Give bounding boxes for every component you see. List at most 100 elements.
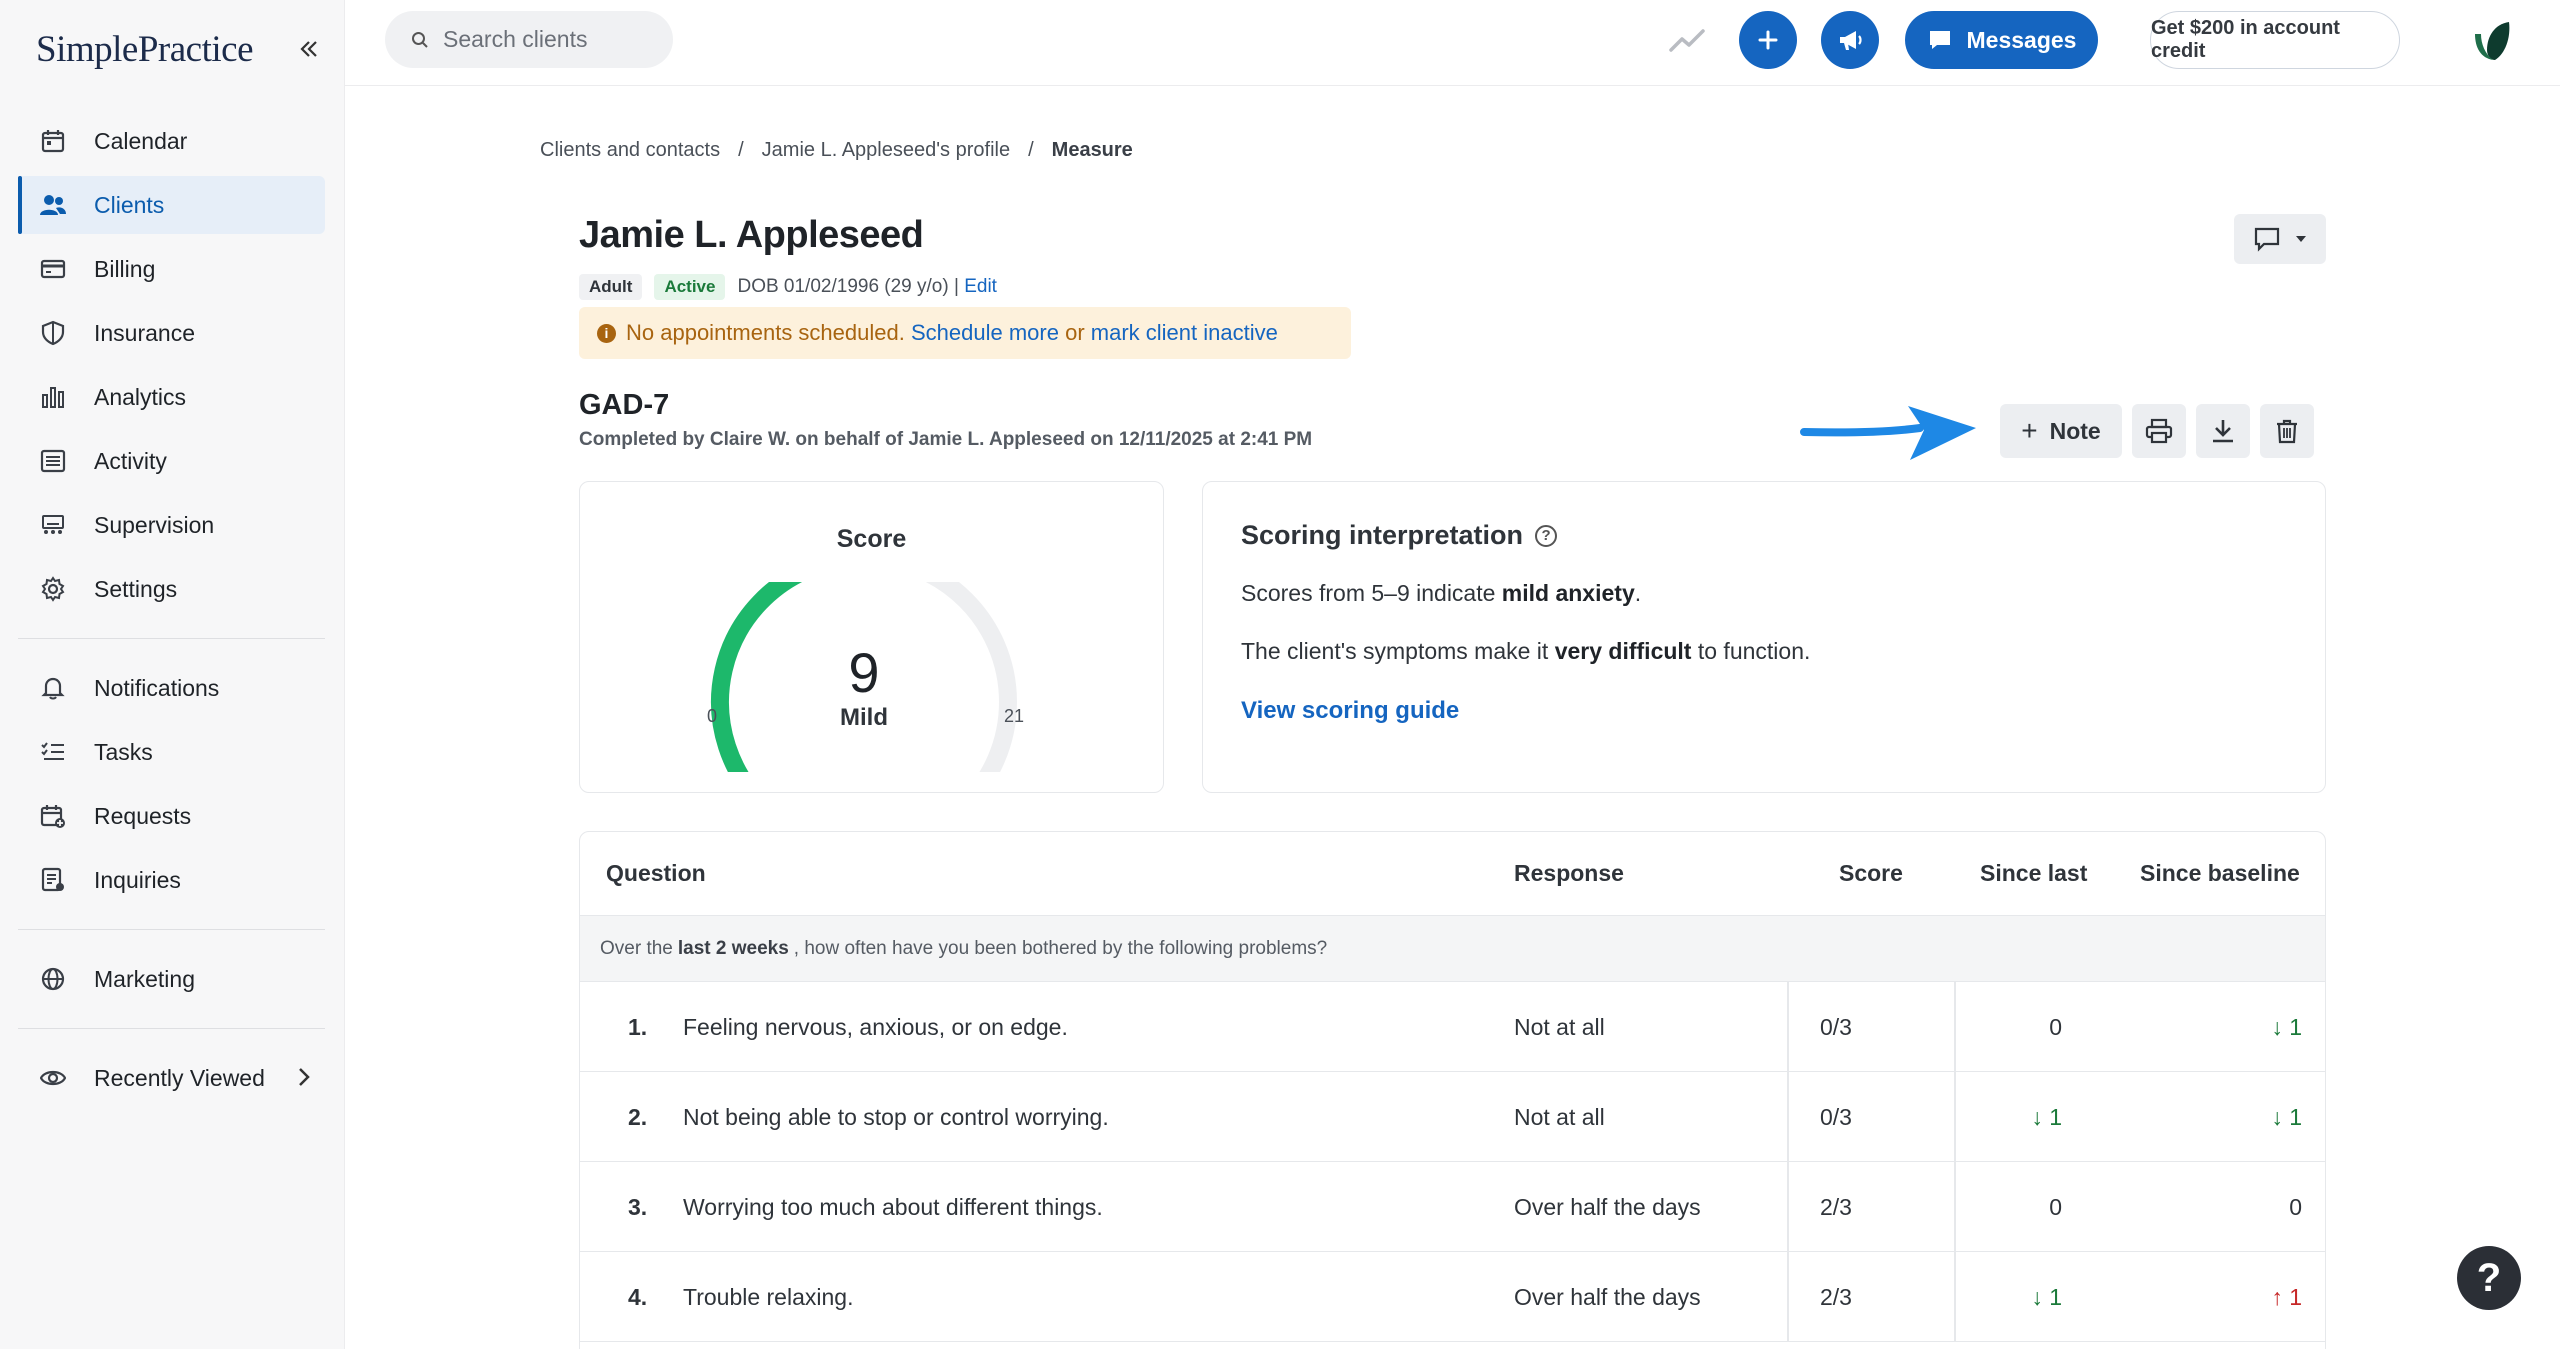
mark-inactive-link[interactable]: mark client inactive: [1091, 320, 1278, 346]
sidebar-item-supervision[interactable]: Supervision: [18, 496, 325, 554]
inquiry-icon: [38, 865, 68, 895]
row-score: 0/3: [1820, 1013, 1852, 1040]
row-score: 2/3: [1820, 1193, 1852, 1220]
sidebar-item-label: Supervision: [94, 511, 215, 538]
row-response: Over half the days: [1514, 1193, 1701, 1220]
double-chevron-left-icon: [300, 41, 317, 57]
row-question: Worrying too much about different things…: [683, 1193, 1103, 1220]
sidebar-item-label: Insurance: [94, 319, 196, 346]
sidebar-item-activity[interactable]: Activity: [18, 432, 325, 490]
announcements-button[interactable]: [1821, 11, 1879, 69]
table-header: Question Response Score Since last Since…: [580, 832, 2325, 916]
client-dob: DOB 01/02/1996 (29 y/o) |: [737, 276, 959, 297]
collapse-sidebar-button[interactable]: [292, 32, 326, 66]
breadcrumb: Clients and contacts / Jamie L. Applesee…: [540, 139, 1133, 162]
column-divider: [1954, 1252, 1956, 1342]
account-credit-button[interactable]: Get $200 in account credit: [2150, 11, 2400, 69]
sidebar-item-clients[interactable]: Clients: [18, 176, 325, 234]
row-question: Trouble relaxing.: [683, 1283, 854, 1310]
alert-or-text: or: [1065, 320, 1085, 345]
comment-dropdown-button[interactable]: [2234, 214, 2326, 264]
comment-icon: [2254, 227, 2280, 252]
row-question: Feeling nervous, anxious, or on edge.: [683, 1013, 1068, 1040]
avatar[interactable]: [2465, 14, 2519, 68]
sidebar-item-marketing[interactable]: Marketing: [18, 950, 325, 1008]
trend-icon[interactable]: [1665, 20, 1711, 60]
sidebar-divider: [18, 1028, 325, 1029]
trash-icon: [2277, 419, 2297, 444]
help-circle-icon[interactable]: ?: [1535, 524, 1558, 547]
page-title: Jamie L. Appleseed: [579, 214, 924, 256]
sidebar-item-notifications[interactable]: Notifications: [18, 659, 325, 717]
breadcrumb-client-profile[interactable]: Jamie L. Appleseed's profile: [762, 139, 1010, 162]
add-note-button[interactable]: + Note: [2000, 404, 2122, 458]
interpretation-line-1: Scores from 5–9 indicate mild anxiety.: [1241, 580, 1641, 607]
sidebar-item-inquiries[interactable]: Inquiries: [18, 851, 325, 909]
add-button[interactable]: [1739, 11, 1797, 69]
score-heading: Score: [836, 525, 907, 553]
plus-icon: +: [2021, 415, 2038, 446]
row-response: Not at all: [1514, 1103, 1605, 1130]
appointment-alert: i No appointments scheduled. Schedule mo…: [579, 307, 1351, 359]
edit-client-link[interactable]: Edit: [964, 276, 997, 298]
column-divider: [1954, 1162, 1956, 1252]
logo-row: SimplePractice: [36, 22, 326, 76]
row-score: 0/3: [1820, 1103, 1852, 1130]
sidebar-item-settings[interactable]: Settings: [18, 560, 325, 618]
search-input[interactable]: [443, 26, 663, 53]
sidebar-item-tasks[interactable]: Tasks: [18, 723, 325, 781]
instr-bold: last 2 weeks: [677, 937, 789, 959]
sidebar-item-calendar[interactable]: Calendar: [18, 112, 325, 170]
sidebar-item-label: Analytics: [94, 383, 187, 410]
responses-table: Question Response Score Since last Since…: [579, 831, 2326, 1349]
breadcrumb-current: Measure: [1051, 139, 1133, 161]
interpretation-title-text: Scoring interpretation: [1241, 520, 1524, 550]
logo[interactable]: SimplePractice: [36, 28, 254, 71]
sidebar-item-label: Calendar: [94, 127, 188, 154]
sidebar-item-label: Settings: [94, 575, 178, 602]
sidebar-item-insurance[interactable]: Insurance: [18, 304, 325, 362]
table-row: 3. Worrying too much about different thi…: [580, 1162, 2325, 1252]
sidebar-item-recently-viewed[interactable]: Recently Viewed: [18, 1049, 325, 1107]
scoring-interpretation-card: Scoring interpretation ? Scores from 5–9…: [1202, 481, 2326, 793]
score-severity: Mild: [840, 704, 888, 731]
breadcrumb-clients-and-contacts[interactable]: Clients and contacts: [540, 139, 720, 162]
row-since-baseline: 0: [2289, 1193, 2302, 1220]
interpretation-line-2: The client's symptoms make it very diffi…: [1241, 638, 1810, 665]
breadcrumb-separator: /: [738, 139, 744, 161]
row-since-baseline: ↑ 1: [2271, 1283, 2302, 1310]
score-gauge: 9 Mild 0 21: [707, 582, 1024, 772]
status-badge: Active: [654, 274, 726, 300]
bell-icon: [38, 673, 68, 703]
row-since-last: ↓ 1: [2031, 1283, 2062, 1310]
line1-post: .: [1634, 580, 1642, 606]
sidebar-item-label: Recently Viewed: [94, 1064, 265, 1091]
instr-pre: Over the: [600, 937, 673, 959]
calendar-icon: [38, 126, 68, 156]
globe-icon: [38, 964, 68, 994]
row-since-baseline: ↓ 1: [2271, 1013, 2302, 1040]
sidebar: SimplePractice Calendar Clients Billing …: [0, 0, 345, 1349]
sidebar-item-label: Inquiries: [94, 866, 181, 893]
topbar: Messages Get $200 in account credit: [345, 0, 2560, 86]
view-scoring-guide-link[interactable]: View scoring guide: [1241, 697, 1459, 725]
sidebar-item-label: Clients: [94, 191, 165, 218]
sidebar-item-billing[interactable]: Billing: [18, 240, 325, 298]
sidebar-item-requests[interactable]: Requests: [18, 787, 325, 845]
search-box[interactable]: [385, 11, 673, 68]
help-button[interactable]: ?: [2457, 1246, 2521, 1310]
delete-button[interactable]: [2260, 404, 2314, 458]
row-response: Not at all: [1514, 1013, 1605, 1040]
schedule-more-link[interactable]: Schedule more: [911, 320, 1059, 346]
row-score: 2/3: [1820, 1283, 1852, 1310]
row-number: 3.: [628, 1193, 648, 1220]
column-divider: [1954, 1072, 1956, 1162]
messages-button[interactable]: Messages: [1905, 11, 2098, 69]
download-button[interactable]: [2196, 404, 2250, 458]
line2-bold: very difficult: [1554, 638, 1692, 664]
print-button[interactable]: [2132, 404, 2186, 458]
sidebar-item-label: Marketing: [94, 965, 195, 992]
printer-icon: [2145, 418, 2173, 444]
instr-post: , how often have you been bothered by th…: [793, 937, 1328, 959]
sidebar-item-analytics[interactable]: Analytics: [18, 368, 325, 426]
